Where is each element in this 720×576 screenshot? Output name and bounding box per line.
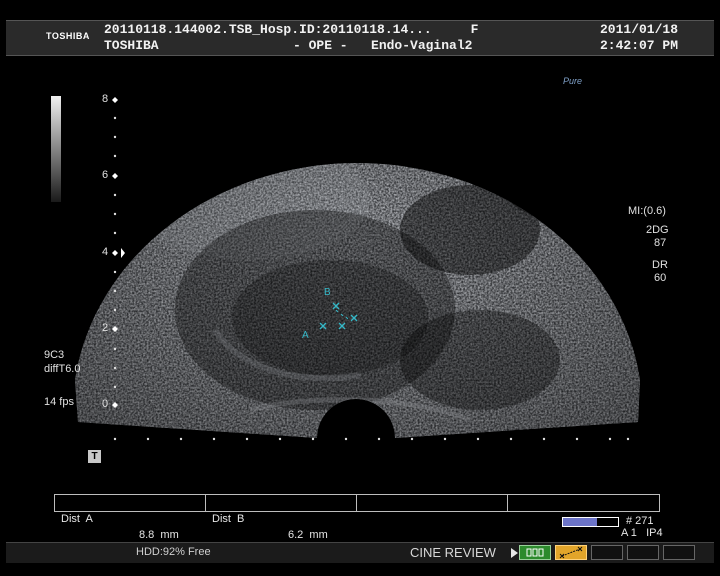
t-marker-button[interactable]: T xyxy=(88,450,101,463)
measure-tool-button[interactable] xyxy=(555,545,587,560)
depth-label-2: 2 xyxy=(102,322,109,334)
frame-rate-label: 14 fps xyxy=(44,396,74,408)
imaging-mode-label: diffT6.0 xyxy=(44,363,81,375)
cine-frame-number: # 271 xyxy=(626,515,654,527)
mode-2dg-label: 2DG xyxy=(646,224,669,236)
depth-label-6: 6 xyxy=(102,169,109,181)
dist-a-value: 8.8 mm xyxy=(139,529,179,541)
lateral-scale-dots xyxy=(113,437,630,441)
depth-label-0: 0 xyxy=(102,398,109,410)
measurement-table: Dist A 8.8 mm Dist B 6.2 mm xyxy=(54,494,660,541)
cine-progress-bar[interactable] xyxy=(562,517,619,527)
footer-button-5[interactable] xyxy=(663,545,695,560)
measurement-cell-empty-2 xyxy=(508,495,658,511)
footer-button-4[interactable] xyxy=(627,545,659,560)
depth-label-4: 4 xyxy=(102,246,109,258)
focus-marker-icon[interactable] xyxy=(121,248,125,258)
film-strip-button[interactable] xyxy=(519,545,551,560)
dr-label: DR xyxy=(652,259,668,271)
cine-info-label: A 1 IP4 xyxy=(621,527,663,539)
dist-a-label: Dist A xyxy=(61,513,93,525)
probe-label: 9C3 xyxy=(44,349,65,361)
caliper-label-a: A xyxy=(302,330,309,341)
hdd-status: HDD:92% Free xyxy=(136,546,211,558)
mi-label: MI:(0.6) xyxy=(628,205,666,217)
footer-button-3[interactable] xyxy=(591,545,623,560)
play-icon[interactable] xyxy=(511,548,518,558)
dr-value: 60 xyxy=(654,272,667,284)
dist-b-label: Dist B xyxy=(212,513,245,525)
gain-value: 87 xyxy=(654,237,667,249)
caliper-line-icon xyxy=(559,546,583,559)
sector-image xyxy=(75,163,640,439)
depth-label-8: 8 xyxy=(102,93,109,105)
cine-review-label: CINE REVIEW xyxy=(410,545,496,560)
film-strip-icon xyxy=(526,548,544,557)
measurement-row-b: Dist B 6.2 mm xyxy=(206,495,357,541)
caliper-label-b: B xyxy=(324,287,331,298)
measurement-row-a: Dist A 8.8 mm xyxy=(55,495,206,541)
cine-progress-fill xyxy=(563,518,598,526)
dist-b-value: 6.2 mm xyxy=(288,529,328,541)
status-footer: HDD:92% Free CINE REVIEW xyxy=(6,542,714,563)
measurement-cell-empty-1 xyxy=(357,495,508,511)
ultrasound-image[interactable]: B A xyxy=(0,0,720,576)
